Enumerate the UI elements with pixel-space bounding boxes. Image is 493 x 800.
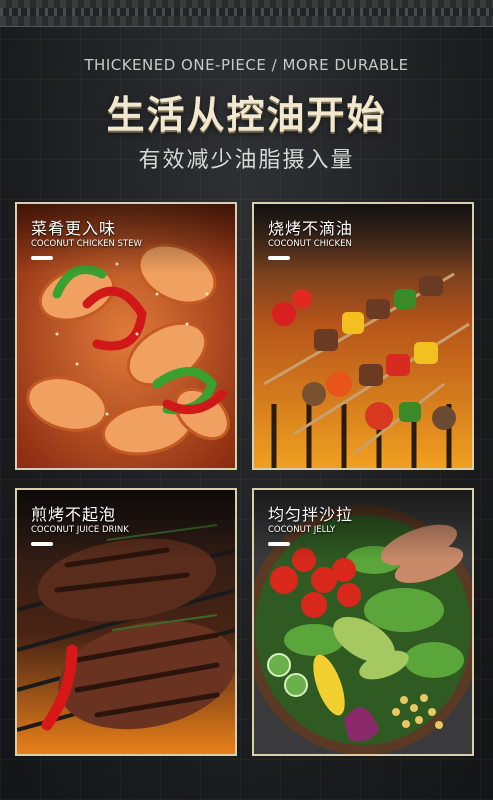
card-title: 菜肴更入味 [31, 219, 117, 238]
card-accent-bar [268, 542, 290, 546]
sub-title: 有效减少油脂摄入量 [138, 148, 355, 173]
card-accent-bar [31, 256, 53, 260]
card-accent-bar [268, 256, 290, 260]
card-subtitle: COCONUT CHICKEN STEW [31, 239, 142, 249]
card-title: 均匀拌沙拉 [268, 505, 354, 524]
main-title: 生活从控油开始 [106, 93, 387, 137]
card-accent-bar [31, 542, 53, 546]
card-title: 煎烤不起泡 [31, 505, 117, 524]
card-title: 烧烤不滴油 [268, 219, 354, 238]
decorative-top-border [0, 0, 493, 27]
feature-card-shrimp: 菜肴更入味 COCONUT CHICKEN STEW [15, 202, 237, 470]
feature-card-bbq: 烧烤不滴油 COCONUT CHICKEN [252, 202, 474, 470]
card-subtitle: COCONUT CHICKEN [268, 239, 352, 249]
feature-card-steak: 煎烤不起泡 COCONUT JUICE DRINK [15, 488, 237, 756]
card-subtitle: COCONUT JELLY [268, 525, 336, 535]
feature-card-salad: 均匀拌沙拉 COCONUT JELLY [252, 488, 474, 756]
card-subtitle: COCONUT JUICE DRINK [31, 525, 129, 535]
english-tagline: THICKENED ONE-PIECE / MORE DURABLE [84, 56, 409, 74]
